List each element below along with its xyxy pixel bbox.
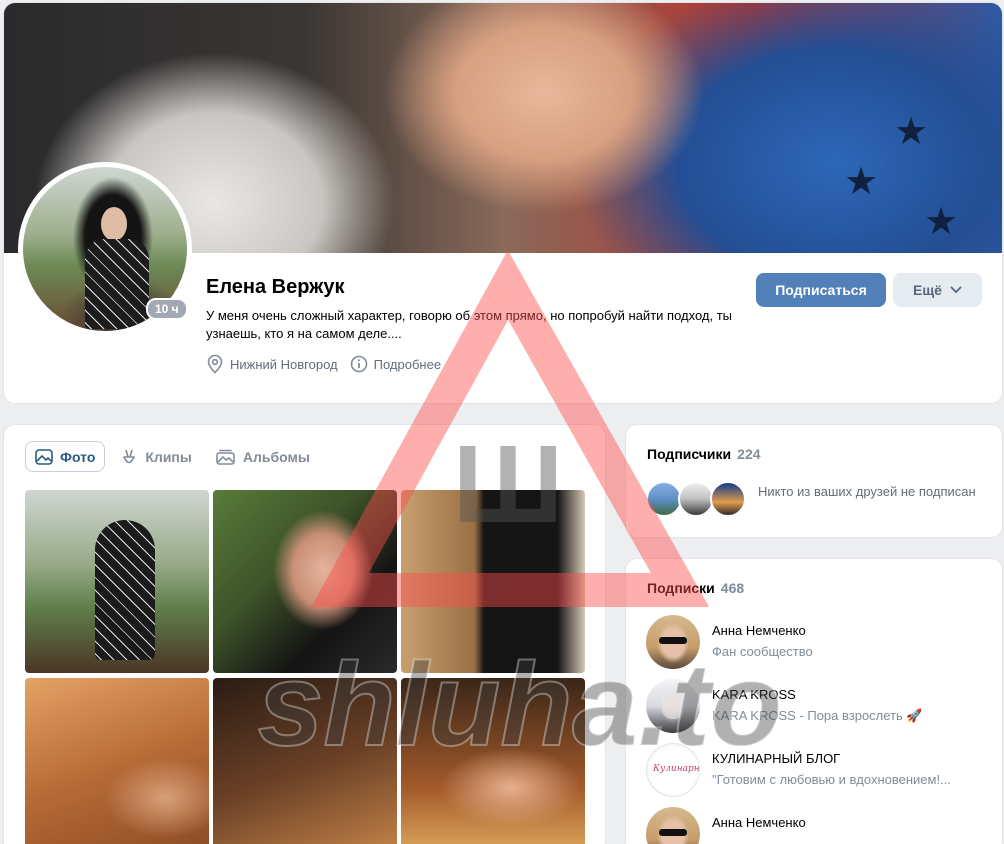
albums-icon (216, 449, 235, 465)
avatar[interactable] (646, 615, 700, 669)
subscription-name[interactable]: KARA KROSS (712, 687, 992, 702)
list-item[interactable]: Кулинарный КУЛИНАРНЫЙ БЛОГ "Готовим с лю… (646, 743, 996, 807)
photo-thumbnail[interactable] (401, 678, 585, 844)
subscription-name[interactable]: КУЛИНАРНЫЙ БЛОГ (712, 751, 992, 766)
more-button-label: Ещё (913, 282, 942, 298)
photo-thumbnail[interactable] (213, 490, 397, 673)
avatar-face (101, 207, 127, 241)
followers-note: Никто из ваших друзей не подписан (758, 484, 976, 499)
subscribe-button[interactable]: Подписаться (756, 273, 886, 307)
tab-clips[interactable]: Клипы (111, 441, 200, 472)
subscriptions-title[interactable]: Подписки 468 (647, 580, 744, 596)
photo-grid (25, 490, 587, 844)
city-label: Нижний Новгород (230, 356, 338, 372)
photo-thumbnail[interactable] (25, 678, 209, 844)
subscription-name[interactable]: Анна Немченко (712, 815, 992, 830)
details-link-label: Подробнее (373, 356, 442, 372)
followers-avatars (646, 481, 746, 517)
followers-title-label: Подписчики (647, 446, 732, 462)
profile-bio: У меня очень сложный характер, говорю об… (206, 308, 732, 341)
avatar[interactable]: Кулинарный (646, 743, 700, 797)
profile-name: Елена Вержук (206, 276, 345, 298)
star-decoration-icon: ★ (844, 161, 879, 203)
subscription-desc: Фан сообщество (712, 644, 813, 659)
subscriptions-title-label: Подписки (647, 580, 715, 596)
details-link[interactable]: Подробнее (350, 355, 441, 373)
star-decoration-icon: ★ (894, 111, 929, 153)
avatar[interactable] (646, 679, 700, 733)
followers-count: 224 (737, 446, 761, 462)
list-item[interactable]: KARA KROSS KARA KROSS - Пора взрослеть 🚀 (646, 679, 996, 743)
photo-thumbnail[interactable] (401, 490, 585, 673)
photo-thumbnail[interactable] (25, 490, 209, 673)
online-status-badge: 10 ч (146, 298, 188, 320)
list-item[interactable]: Анна Немченко Фан сообщество (646, 615, 996, 679)
more-button[interactable]: Ещё (893, 273, 982, 307)
star-decoration-icon: ★ (924, 201, 959, 243)
list-item[interactable]: Анна Немченко (646, 807, 996, 844)
profile-meta-row: Нижний Новгород Подробнее (206, 354, 441, 374)
tab-albums[interactable]: Альбомы (207, 441, 319, 472)
subscriptions-list: Анна Немченко Фан сообщество KARA KROSS … (646, 615, 996, 844)
photo-thumbnail[interactable] (213, 678, 397, 844)
avatar[interactable] (646, 807, 700, 844)
followers-section[interactable]: Подписчики 224 Никто из ваших друзей не п… (625, 424, 1003, 538)
culinary-logo-lettering: Кулинарный (653, 764, 700, 774)
tab-photos-label: Фото (60, 448, 96, 465)
subscription-name[interactable]: Анна Немченко (712, 623, 992, 638)
location-pin-icon (207, 354, 223, 374)
media-tabs: Фото Клипы Альбомы (25, 441, 319, 472)
media-section: Фото Клипы Альбомы (3, 424, 606, 844)
follower-avatar[interactable] (646, 481, 682, 517)
followers-title: Подписчики 224 (647, 446, 761, 462)
chevron-down-icon (950, 286, 962, 294)
avatar-jacket (85, 239, 149, 329)
subscription-desc: "Готовим с любовью и вдохновением!... (712, 772, 951, 787)
clips-icon (123, 449, 136, 463)
subscription-desc: KARA KROSS - Пора взрослеть 🚀 (712, 708, 923, 723)
follower-avatar[interactable] (678, 481, 714, 517)
tab-photos[interactable]: Фото (25, 441, 106, 472)
subscriptions-section: Подписки 468 Анна Немченко Фан сообщество… (625, 558, 1003, 844)
subscriptions-count: 468 (720, 580, 745, 596)
follower-avatar[interactable] (710, 481, 746, 517)
tab-clips-label: Клипы (145, 448, 192, 465)
photo-icon (35, 448, 53, 465)
tab-albums-label: Альбомы (242, 448, 310, 465)
city-info: Нижний Новгород (206, 354, 338, 374)
info-icon (350, 355, 367, 373)
